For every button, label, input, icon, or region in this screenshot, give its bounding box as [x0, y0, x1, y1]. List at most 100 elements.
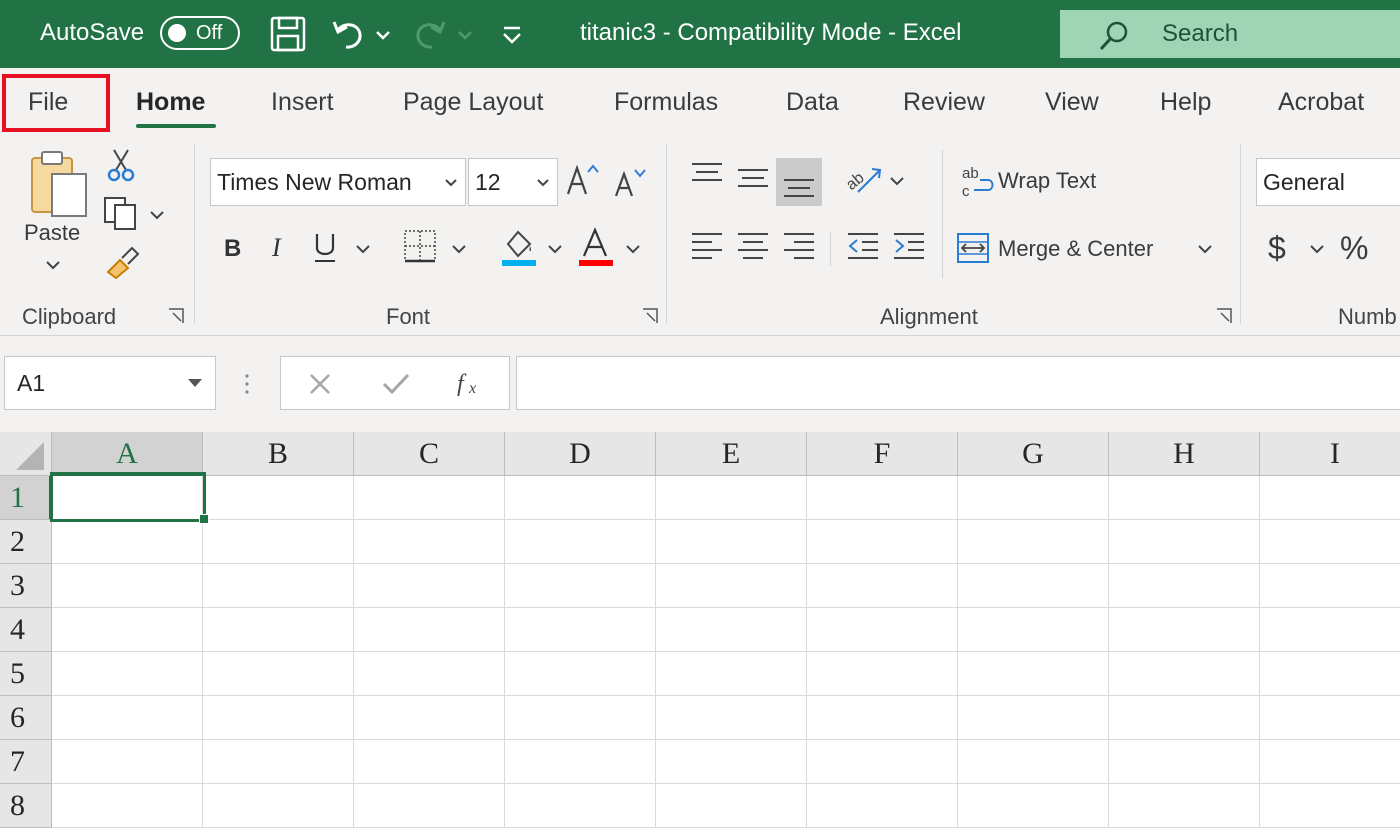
cell-f8[interactable] — [807, 784, 958, 828]
cell-e6[interactable] — [656, 696, 807, 740]
cell-b8[interactable] — [203, 784, 354, 828]
cell-h6[interactable] — [1109, 696, 1260, 740]
column-header-g[interactable]: G — [958, 432, 1109, 476]
cell-f3[interactable] — [807, 564, 958, 608]
column-header-c[interactable]: C — [354, 432, 505, 476]
cut-icon[interactable] — [106, 148, 136, 182]
orientation-icon[interactable]: ab — [844, 160, 884, 198]
cell-c2[interactable] — [354, 520, 505, 564]
wrap-text-icon[interactable]: ab c — [960, 164, 994, 200]
insert-function-icon[interactable]: f x — [455, 367, 487, 399]
tab-page-layout[interactable]: Page Layout — [403, 68, 543, 136]
cell-c7[interactable] — [354, 740, 505, 784]
cell-d7[interactable] — [505, 740, 656, 784]
align-left-icon[interactable] — [690, 230, 724, 262]
cell-a8[interactable] — [52, 784, 203, 828]
cell-d6[interactable] — [505, 696, 656, 740]
row-header-1[interactable]: 1 — [0, 476, 52, 520]
column-header-a[interactable]: A — [52, 432, 203, 476]
cell-i7[interactable] — [1260, 740, 1400, 784]
cell-c4[interactable] — [354, 608, 505, 652]
cell-i5[interactable] — [1260, 652, 1400, 696]
increase-indent-icon[interactable] — [892, 230, 926, 262]
underline-dropdown-icon[interactable] — [354, 240, 372, 258]
format-painter-icon[interactable] — [104, 244, 140, 280]
cell-g5[interactable] — [958, 652, 1109, 696]
cell-f4[interactable] — [807, 608, 958, 652]
fill-color-dropdown-icon[interactable] — [546, 240, 564, 258]
cell-i8[interactable] — [1260, 784, 1400, 828]
font-name-combo[interactable]: Times New Roman — [210, 158, 466, 206]
save-icon[interactable] — [268, 14, 308, 54]
cell-b3[interactable] — [203, 564, 354, 608]
row-header-2[interactable]: 2 — [0, 520, 52, 564]
cell-i3[interactable] — [1260, 564, 1400, 608]
fill-handle[interactable] — [199, 514, 209, 524]
font-size-combo[interactable]: 12 — [468, 158, 558, 206]
increase-font-size-icon[interactable] — [564, 162, 600, 198]
cell-b6[interactable] — [203, 696, 354, 740]
column-header-b[interactable]: B — [203, 432, 354, 476]
cell-a4[interactable] — [52, 608, 203, 652]
wrap-text-label[interactable]: Wrap Text — [998, 168, 1096, 194]
font-color-icon[interactable] — [578, 226, 614, 268]
cell-e3[interactable] — [656, 564, 807, 608]
merge-center-icon[interactable] — [956, 232, 990, 264]
cell-a2[interactable] — [52, 520, 203, 564]
underline-icon[interactable] — [312, 230, 340, 264]
cell-e7[interactable] — [656, 740, 807, 784]
cell-c3[interactable] — [354, 564, 505, 608]
number-format-combo[interactable]: General — [1256, 158, 1400, 206]
search-box[interactable]: Search — [1060, 10, 1400, 58]
cell-e1[interactable] — [656, 476, 807, 520]
row-header-7[interactable]: 7 — [0, 740, 52, 784]
column-header-d[interactable]: D — [505, 432, 656, 476]
alignment-launcher-icon[interactable] — [1216, 308, 1232, 324]
copy-icon[interactable] — [102, 196, 140, 232]
cell-d4[interactable] — [505, 608, 656, 652]
column-header-i[interactable]: I — [1260, 432, 1400, 476]
cell-a3[interactable] — [52, 564, 203, 608]
middle-align-icon[interactable] — [736, 162, 770, 192]
cell-h7[interactable] — [1109, 740, 1260, 784]
bold-icon[interactable]: B — [222, 230, 246, 264]
formula-input[interactable] — [516, 356, 1400, 410]
cell-h5[interactable] — [1109, 652, 1260, 696]
cell-b4[interactable] — [203, 608, 354, 652]
cell-e4[interactable] — [656, 608, 807, 652]
cell-g3[interactable] — [958, 564, 1109, 608]
tab-acrobat[interactable]: Acrobat — [1278, 68, 1364, 136]
align-center-icon[interactable] — [736, 230, 770, 262]
column-header-h[interactable]: H — [1109, 432, 1260, 476]
cell-b5[interactable] — [203, 652, 354, 696]
accounting-dropdown-icon[interactable] — [1308, 240, 1326, 258]
orientation-dropdown-icon[interactable] — [888, 172, 906, 190]
cell-i6[interactable] — [1260, 696, 1400, 740]
cell-a7[interactable] — [52, 740, 203, 784]
cell-d5[interactable] — [505, 652, 656, 696]
tab-view[interactable]: View — [1045, 68, 1099, 136]
row-header-6[interactable]: 6 — [0, 696, 52, 740]
column-header-e[interactable]: E — [656, 432, 807, 476]
cell-h2[interactable] — [1109, 520, 1260, 564]
cell-a5[interactable] — [52, 652, 203, 696]
name-box[interactable]: A1 — [4, 356, 216, 410]
formula-bar-grip-icon[interactable] — [242, 372, 252, 396]
decrease-font-size-icon[interactable] — [612, 164, 648, 200]
cell-c6[interactable] — [354, 696, 505, 740]
cell-c1[interactable] — [354, 476, 505, 520]
cell-d8[interactable] — [505, 784, 656, 828]
bottom-align-button[interactable] — [776, 158, 822, 206]
cell-g6[interactable] — [958, 696, 1109, 740]
merge-dropdown-icon[interactable] — [1196, 240, 1214, 258]
cell-c5[interactable] — [354, 652, 505, 696]
autosave-toggle[interactable]: Off — [160, 16, 240, 50]
cell-h8[interactable] — [1109, 784, 1260, 828]
cell-i4[interactable] — [1260, 608, 1400, 652]
undo-dropdown-icon[interactable] — [372, 14, 394, 54]
row-header-3[interactable]: 3 — [0, 564, 52, 608]
clipboard-launcher-icon[interactable] — [168, 308, 184, 324]
cell-e2[interactable] — [656, 520, 807, 564]
copy-dropdown-icon[interactable] — [148, 206, 166, 224]
tab-data[interactable]: Data — [786, 68, 839, 136]
